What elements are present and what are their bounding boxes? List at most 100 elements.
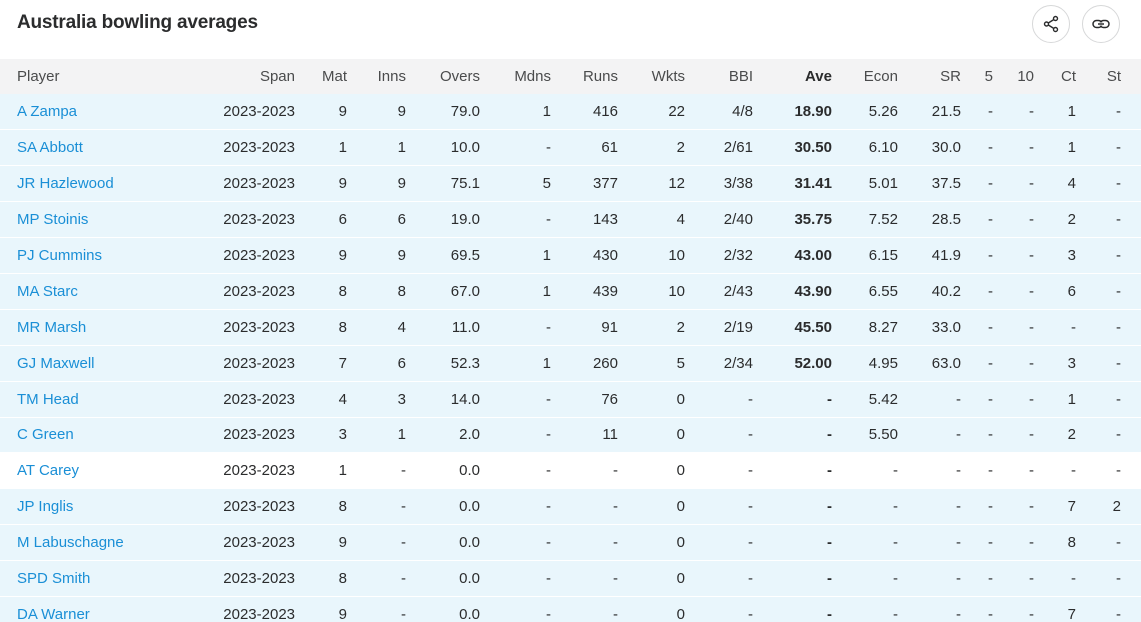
cell-econ: 5.26 [868, 103, 898, 121]
player-link[interactable]: AT Carey [17, 462, 79, 479]
cell-wkts: 2 [676, 318, 685, 336]
cell-tenw: - [1029, 498, 1034, 516]
player-link[interactable]: C Green [17, 426, 74, 443]
player-link[interactable]: M Labuschagne [17, 534, 124, 551]
cell-fivew: - [988, 354, 993, 372]
cell-ct: 3 [1067, 247, 1076, 264]
player-link[interactable]: JR Hazlewood [17, 175, 114, 192]
cell-wkts: 0 [676, 498, 685, 516]
cell-mat: 6 [338, 211, 347, 229]
cell-tenw: - [1029, 605, 1034, 622]
cell-span: 2023-2023 [223, 139, 295, 157]
cell-mat: 9 [338, 175, 347, 193]
cell-span: 2023-2023 [223, 605, 295, 622]
cell-st: - [1116, 605, 1121, 622]
copy-link-button[interactable] [1082, 5, 1120, 43]
cell-st: - [1116, 390, 1121, 408]
cell-econ: 5.42 [868, 390, 898, 408]
cell-runs: - [613, 462, 618, 480]
cell-mat: 8 [338, 282, 347, 300]
cell-span: 2023-2023 [223, 247, 295, 264]
page-title: Australia bowling averages [17, 12, 258, 33]
player-link[interactable]: MP Stoinis [17, 211, 88, 228]
cell-wkts: 0 [676, 390, 685, 408]
player-cell: JP Inglis [0, 489, 150, 525]
cell-fivew: - [988, 103, 993, 121]
player-link[interactable]: A Zampa [17, 103, 77, 120]
cell-inns: - [401, 534, 406, 552]
player-link[interactable]: DA Warner [17, 606, 90, 622]
cell-mat: 7 [338, 354, 347, 372]
cell-tenw: - [1029, 139, 1034, 157]
cell-ct: 7 [1067, 605, 1076, 622]
col-header-overs: Overs [439, 68, 480, 85]
player-link[interactable]: PJ Cummins [17, 247, 102, 264]
cell-tenw: - [1029, 282, 1034, 300]
cell-inns: 6 [397, 354, 406, 372]
cell-mdns: - [546, 570, 551, 588]
cell-econ: - [893, 534, 898, 552]
cell-runs: 61 [601, 139, 618, 157]
cell-wkts: 10 [668, 282, 685, 300]
cell-st: - [1116, 570, 1121, 588]
player-cell: MR Marsh [0, 309, 150, 345]
cell-ave: 31.41 [794, 175, 832, 193]
player-cell: SPD Smith [0, 561, 150, 597]
cell-overs: 0.0 [459, 534, 480, 552]
table-row: MP Stoinis 2023-2023 6 6 19.0 - 143 4 2/40 35.75 7… [0, 201, 1141, 238]
cell-mdns: - [546, 534, 551, 552]
cell-runs: 11 [602, 426, 618, 444]
table-row: MR Marsh 2023-2023 8 4 11.0 - 91 2 2/19 45.50 8.27… [0, 309, 1141, 346]
share-button[interactable] [1032, 5, 1070, 43]
cell-span: 2023-2023 [223, 426, 295, 444]
cell-runs: - [613, 534, 618, 552]
table-row: M Labuschagne 2023-2023 9 - 0.0 - - 0 - - - - - - 8 - [0, 524, 1141, 561]
table-row: MA Starc 2023-2023 8 8 67.0 1 439 10 2/43 43.90 6.… [0, 273, 1141, 310]
cell-ave: 35.75 [794, 211, 832, 229]
cell-mat: 8 [338, 318, 347, 336]
cell-overs: 52.3 [450, 354, 480, 372]
player-link[interactable]: MA Starc [17, 283, 78, 300]
cell-bbi: 2/34 [723, 354, 753, 372]
table-row: JP Inglis 2023-2023 8 - 0.0 - - 0 - - - - - - 7 2 [0, 488, 1141, 525]
player-link[interactable]: TM Head [17, 391, 79, 408]
cell-mat: 8 [338, 498, 347, 516]
cell-span: 2023-2023 [223, 462, 295, 480]
player-link[interactable]: SPD Smith [17, 570, 90, 587]
player-link[interactable]: SA Abbott [17, 139, 83, 156]
cell-econ: 5.50 [868, 426, 898, 444]
cell-wkts: 5 [676, 354, 685, 372]
cell-st: - [1116, 139, 1121, 157]
cell-wkts: 0 [676, 570, 685, 588]
cell-sr: - [956, 426, 961, 444]
cell-wkts: 0 [676, 426, 685, 444]
cell-runs: 377 [592, 175, 618, 193]
cell-ave: - [827, 426, 832, 444]
cell-sr: 33.0 [931, 318, 961, 336]
col-header-ct: Ct [1061, 68, 1076, 85]
player-link[interactable]: JP Inglis [17, 498, 73, 515]
table-row: SA Abbott 2023-2023 1 1 10.0 - 61 2 2/61 30.50 6.1… [0, 129, 1141, 166]
cell-fivew: - [988, 139, 993, 157]
cell-sr: 28.5 [931, 211, 961, 229]
player-link[interactable]: MR Marsh [17, 319, 86, 336]
cell-runs: 416 [592, 103, 618, 121]
cell-inns: 9 [397, 247, 406, 264]
cell-mdns: - [546, 318, 551, 336]
cell-runs: - [613, 605, 618, 622]
cell-overs: 11.0 [451, 318, 480, 336]
cell-fivew: - [988, 426, 993, 444]
share-icon [1042, 15, 1060, 33]
player-link[interactable]: GJ Maxwell [17, 355, 95, 372]
player-cell: SA Abbott [0, 130, 150, 166]
cell-mdns: 1 [542, 247, 551, 264]
cell-span: 2023-2023 [223, 390, 295, 408]
cell-st: - [1116, 318, 1121, 336]
table-row: C Green 2023-2023 3 1 2.0 - 11 0 - - 5.50 - - - 2 - [0, 417, 1141, 453]
cell-sr: - [956, 534, 961, 552]
cell-wkts: 0 [676, 605, 685, 622]
cell-fivew: - [988, 498, 993, 516]
cell-span: 2023-2023 [223, 318, 295, 336]
cell-overs: 69.5 [450, 247, 480, 264]
cell-fivew: - [988, 175, 993, 193]
